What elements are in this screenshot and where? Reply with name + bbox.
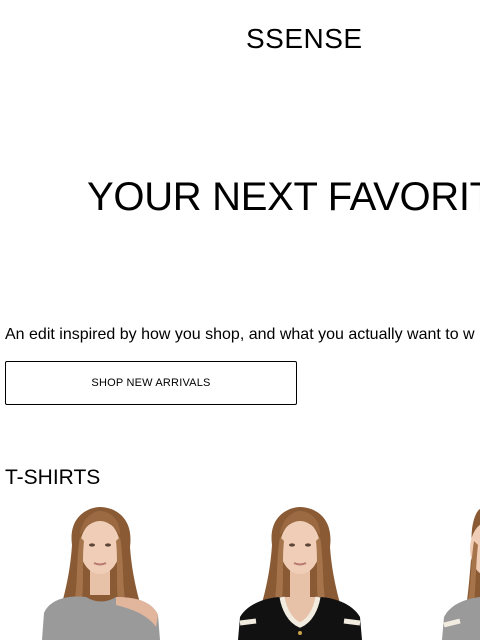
- shop-new-arrivals-button[interactable]: SHOP NEW ARRIVALS: [5, 361, 297, 405]
- product-card[interactable]: [220, 505, 380, 640]
- black-contrast-trim-tshirt-image: [238, 507, 362, 640]
- shop-new-arrivals-label: SHOP NEW ARRIVALS: [91, 377, 211, 389]
- grey-tshirt-image: [442, 509, 480, 640]
- product-card[interactable]: [420, 505, 480, 640]
- ssense-logo[interactable]: SSENSE: [246, 22, 363, 56]
- hero-subtitle: An edit inspired by how you shop, and wh…: [5, 326, 475, 343]
- page: SSENSE YOUR NEXT FAVORIT An edit inspire…: [0, 0, 480, 640]
- tshirts-section-title: T-SHIRTS: [5, 466, 101, 489]
- hero-title: YOUR NEXT FAVORIT: [87, 175, 480, 219]
- grey-off-shoulder-tshirt-image: [42, 507, 160, 640]
- product-card[interactable]: [20, 505, 180, 640]
